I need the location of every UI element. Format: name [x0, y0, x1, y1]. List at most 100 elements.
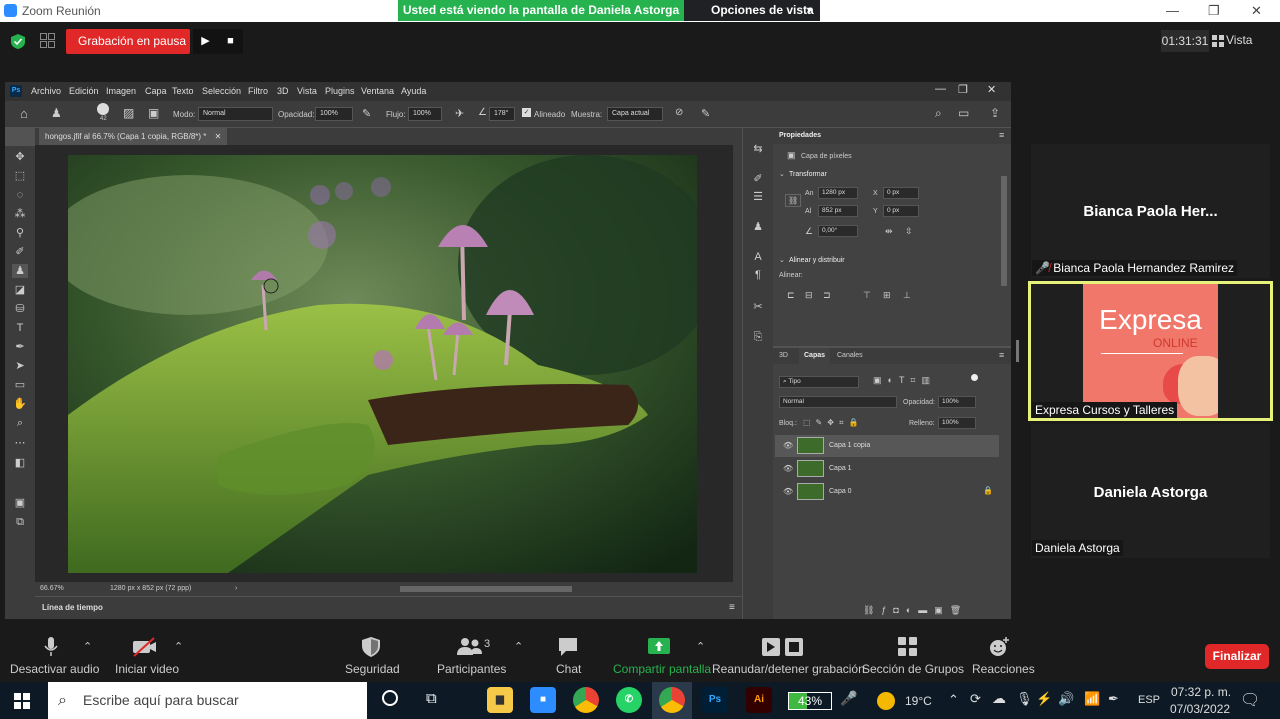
share-screen-button[interactable]: Compartir pantalla: [610, 625, 711, 682]
chrome-icon[interactable]: [573, 687, 599, 713]
visibility-eye-icon[interactable]: 👁: [783, 464, 793, 473]
breakout-rooms-button[interactable]: Sección de Grupos: [858, 625, 964, 682]
layer-filter-icons[interactable]: ▣◐T⌗▥: [873, 375, 936, 386]
brush-panel-icon[interactable]: ✐: [750, 172, 766, 186]
participant-tile-daniela[interactable]: Daniela Astorga Daniela Astorga: [1031, 424, 1270, 558]
illustrator-icon[interactable]: Ai: [746, 687, 772, 713]
language-indicator[interactable]: ESP: [1138, 694, 1160, 706]
clone-stamp-tool-icon[interactable]: ♟: [12, 264, 28, 278]
power-icon[interactable]: ⚡: [1036, 691, 1052, 707]
lock-options-icons[interactable]: ⬚✎✥⌗🔒: [803, 418, 863, 428]
angle-field[interactable]: 178°: [489, 107, 515, 121]
battery-indicator[interactable]: 43%: [788, 692, 832, 710]
eraser-tool-icon[interactable]: ◪: [12, 283, 28, 297]
flip-horizontal-icon[interactable]: ⇹: [885, 226, 893, 237]
wifi-icon[interactable]: 📶: [1084, 691, 1100, 707]
width-field[interactable]: 1280 px: [818, 187, 858, 199]
mode-select[interactable]: Normal: [198, 107, 273, 121]
participants-options-chevron-icon[interactable]: ⌃: [514, 640, 523, 653]
timeline-label[interactable]: Línea de tiempo: [42, 603, 103, 612]
menu-plugins[interactable]: Plugins: [325, 86, 355, 96]
tools-panel-icon[interactable]: ✂: [750, 300, 766, 314]
flow-field[interactable]: 100%: [408, 107, 442, 121]
fill-field[interactable]: 100%: [938, 417, 976, 429]
height-field[interactable]: 852 px: [818, 205, 858, 217]
align-bottom-icon[interactable]: ⊥: [903, 290, 911, 301]
ignore-adjustment-icon[interactable]: ⊘: [675, 107, 683, 118]
rectangle-tool-icon[interactable]: ▭: [12, 378, 28, 392]
maximize-icon[interactable]: ❐: [1208, 3, 1220, 19]
stop-recording-button[interactable]: ■: [218, 29, 243, 54]
align-center-icon[interactable]: ⊟: [805, 290, 813, 301]
layer-actions-icons[interactable]: ⛓ƒ◘◐▬▣🗑: [863, 605, 968, 616]
layer-row[interactable]: 👁 Capa 1 copia: [775, 435, 999, 457]
whatsapp-icon[interactable]: ✆: [616, 687, 642, 713]
clone-source-icon[interactable]: ▣: [148, 106, 159, 120]
photoshop-icon[interactable]: Ps: [702, 687, 728, 713]
move-tool-icon[interactable]: ✥: [12, 150, 28, 164]
video-options-chevron-icon[interactable]: ⌃: [174, 640, 183, 653]
windows-start-icon[interactable]: [14, 693, 30, 709]
screen-mode-icon[interactable]: ⧉: [12, 515, 28, 529]
clock-time[interactable]: 07:32 p. m.: [1171, 685, 1231, 699]
reactions-button[interactable]: Reacciones: [968, 625, 1035, 682]
status-arrow-icon[interactable]: ›: [235, 582, 237, 596]
transform-section[interactable]: Transformar: [789, 171, 827, 178]
align-left-icon[interactable]: ⊏: [787, 290, 795, 301]
path-select-tool-icon[interactable]: ➤: [12, 359, 28, 373]
panel-menu-icon[interactable]: ≡: [729, 602, 735, 613]
audio-options-chevron-icon[interactable]: ⌃: [83, 640, 92, 653]
lasso-tool-icon[interactable]: ◌: [12, 188, 28, 202]
flip-vertical-icon[interactable]: ⇳: [905, 226, 913, 237]
home-icon[interactable]: ⌂: [20, 106, 28, 121]
menu-archivo[interactable]: Archivo: [31, 86, 61, 96]
type-tool-icon[interactable]: T: [12, 321, 28, 335]
quick-select-tool-icon[interactable]: ⁂: [12, 207, 28, 221]
panel-resize-handle[interactable]: [1016, 340, 1019, 362]
menu-texto[interactable]: Texto: [172, 86, 194, 96]
marquee-tool-icon[interactable]: ⬚: [12, 169, 28, 183]
record-button[interactable]: Reanudar/detener grabación: [710, 625, 865, 682]
pen-tool-icon[interactable]: ✒: [12, 340, 28, 354]
eyedropper-tool-icon[interactable]: ⚲: [12, 226, 28, 240]
menu-3d[interactable]: 3D: [277, 86, 289, 96]
visibility-eye-icon[interactable]: 👁: [783, 487, 793, 496]
resume-recording-button[interactable]: ▶: [193, 29, 218, 54]
menu-vista[interactable]: Vista: [297, 86, 317, 96]
angle-field[interactable]: 0,00°: [818, 225, 858, 237]
properties-menu-icon[interactable]: ≡: [999, 130, 1004, 140]
cortana-icon[interactable]: [382, 690, 398, 706]
properties-tab[interactable]: Propiedades: [779, 132, 821, 139]
chrome-profile-icon[interactable]: [659, 687, 685, 713]
zoom-tool-icon[interactable]: ⌕: [12, 416, 28, 430]
export-icon[interactable]: ⎘: [750, 330, 766, 344]
mic-tray-icon[interactable]: 🎙: [1016, 691, 1033, 707]
align-section[interactable]: Alinear y distribuir: [789, 257, 845, 264]
menu-edicion[interactable]: Edición: [69, 86, 99, 96]
align-right-icon[interactable]: ⊐: [823, 290, 831, 301]
volume-icon[interactable]: 🔊: [1058, 691, 1074, 707]
microphone-tray-icon[interactable]: 🎤: [840, 690, 857, 707]
visibility-eye-icon[interactable]: 👁: [783, 441, 793, 450]
layer-opacity-field[interactable]: 100%: [938, 396, 976, 408]
menu-capa[interactable]: Capa: [145, 86, 167, 96]
transform-collapse-icon[interactable]: ⌄: [779, 170, 785, 178]
brush-preset-icon[interactable]: [97, 103, 109, 115]
document-tab[interactable]: hongos.jfif al 66.7% (Capa 1 copia, RGB/…: [39, 128, 228, 145]
color-swatches-icon[interactable]: ◧: [12, 456, 28, 470]
align-top-icon[interactable]: ⊤: [863, 290, 871, 301]
horizontal-scrollbar[interactable]: [400, 586, 572, 592]
filter-toggle-icon[interactable]: [971, 374, 978, 381]
tab-3d[interactable]: 3D: [779, 352, 788, 359]
weather-temp[interactable]: 19°C: [905, 694, 932, 708]
ps-minimize-icon[interactable]: —: [935, 83, 946, 95]
history-icon[interactable]: ⇆: [750, 142, 766, 156]
workspace-icon[interactable]: ▭: [958, 106, 969, 120]
vertical-scrollbar[interactable]: [733, 145, 742, 582]
layers-menu-icon[interactable]: ≡: [999, 350, 1004, 360]
zoom-app-icon[interactable]: ■: [530, 687, 556, 713]
paragraph-icon[interactable]: ¶: [750, 268, 766, 282]
zoom-percent[interactable]: 66.67%: [40, 582, 64, 596]
view-options-button[interactable]: Opciones de vista ▼: [684, 0, 820, 21]
y-field[interactable]: 0 px: [883, 205, 919, 217]
